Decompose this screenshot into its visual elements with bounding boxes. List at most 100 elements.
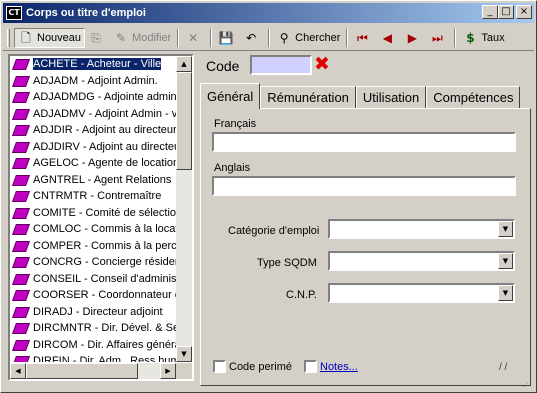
list-item[interactable]: COORSER - Coordonnateur de bbox=[10, 287, 176, 304]
taux-button[interactable]: $ Taux bbox=[459, 28, 507, 48]
vertical-scroll-thumb[interactable] bbox=[176, 72, 192, 170]
resize-grip[interactable]: ⋰ bbox=[522, 378, 534, 390]
new-document-icon: 🗋 bbox=[21, 30, 31, 45]
list-item[interactable]: DIRFIN - Dir. Adm., Ress.huma bbox=[10, 353, 176, 362]
anglais-input[interactable] bbox=[212, 176, 516, 196]
book-icon bbox=[13, 256, 29, 268]
chevron-down-icon[interactable]: ▼ bbox=[498, 253, 513, 269]
next-record-button[interactable]: ▶ bbox=[401, 28, 426, 48]
list-item-label: CONCRG - Concierge résident bbox=[33, 256, 176, 269]
vertical-scrollbar[interactable]: ▲ ▼ bbox=[176, 56, 192, 362]
book-icon bbox=[13, 58, 29, 70]
horizontal-scrollbar[interactable]: ◀ ▶ bbox=[10, 363, 176, 379]
save-icon: 💾 bbox=[218, 30, 234, 45]
categorie-emploi-label: Catégorie d'emploi bbox=[228, 225, 320, 237]
notes-checkbox[interactable] bbox=[304, 360, 317, 373]
title-bar[interactable]: CT Corps ou titre d'emploi _ □ × bbox=[3, 3, 534, 23]
nouveau-button[interactable]: 🗋 Nouveau bbox=[14, 27, 86, 48]
list-item[interactable]: COMPER - Commis à la percep bbox=[10, 238, 176, 255]
categorie-emploi-select[interactable]: ▼ bbox=[328, 219, 515, 239]
toolbar-separator bbox=[346, 28, 349, 47]
copy-button[interactable]: ⎘ bbox=[85, 28, 110, 48]
code-perime-checkbox[interactable] bbox=[213, 360, 226, 373]
book-icon bbox=[13, 157, 29, 169]
type-sqdm-select[interactable]: ▼ bbox=[328, 251, 515, 271]
list-item[interactable]: DIRADJ - Directeur adjoint bbox=[10, 304, 176, 321]
tab-utilisation[interactable]: Utilisation bbox=[355, 86, 427, 109]
last-record-button[interactable]: ⏭ bbox=[426, 28, 451, 48]
list-item-label: COMPER - Commis à la percep bbox=[33, 239, 176, 252]
book-icon bbox=[13, 75, 29, 87]
list-item-label: ADJADMV - Adjoint Admin - v bbox=[33, 107, 176, 120]
list-item-label: DIRADJ - Directeur adjoint bbox=[33, 305, 163, 318]
undo-button[interactable]: ↶ bbox=[240, 28, 265, 48]
toolbar-separator bbox=[177, 28, 180, 47]
list-item[interactable]: CONCRG - Concierge résident bbox=[10, 254, 176, 271]
list-item-label: DIRCOM - Dir. Affaires généra bbox=[33, 338, 176, 351]
scroll-left-button[interactable]: ◀ bbox=[10, 363, 26, 379]
modifier-button[interactable]: ✎ Modifier bbox=[110, 28, 174, 48]
list-item[interactable]: ADJDIRV - Adjoint au directeu bbox=[10, 139, 176, 156]
tab-general[interactable]: Général bbox=[200, 83, 261, 109]
list-item[interactable]: DIRCMNTR - Dir. Dével. & Serv bbox=[10, 320, 176, 337]
francais-input[interactable] bbox=[212, 132, 516, 152]
close-button[interactable]: × bbox=[516, 5, 532, 19]
list-item-label: ADJDIRV - Adjoint au directeu bbox=[33, 140, 176, 153]
list-item[interactable]: ADJADMV - Adjoint Admin - v bbox=[10, 106, 176, 123]
list-item-label: COORSER - Coordonnateur de bbox=[33, 289, 176, 302]
chevron-down-icon[interactable]: ▼ bbox=[498, 221, 513, 237]
next-record-icon: ▶ bbox=[407, 30, 418, 45]
first-record-button[interactable]: ⏮ bbox=[351, 28, 376, 48]
list-item[interactable]: COMLOC - Commis à la locatio bbox=[10, 221, 176, 238]
previous-record-button[interactable]: ◀ bbox=[376, 28, 401, 48]
scroll-down-button[interactable]: ▼ bbox=[176, 346, 192, 362]
book-icon bbox=[13, 240, 29, 252]
list-item[interactable]: ADJADMDG - Adjointe adminis bbox=[10, 89, 176, 106]
list-item[interactable]: ADJADM - Adjoint Admin. bbox=[10, 73, 176, 90]
tab-competences[interactable]: Compétences bbox=[426, 86, 521, 109]
book-icon bbox=[13, 190, 29, 202]
tab-remuneration[interactable]: Rémunération bbox=[260, 86, 356, 109]
list-item[interactable]: CONSEIL - Conseil d'administra bbox=[10, 271, 176, 288]
toolbar-separator bbox=[210, 28, 213, 47]
window-title: Corps ou titre d'emploi bbox=[26, 7, 146, 19]
francais-label: Français bbox=[214, 118, 257, 130]
save-button[interactable]: 💾 bbox=[215, 28, 240, 48]
list-item[interactable]: AGNTREL - Agent Relations bbox=[10, 172, 176, 189]
list-item-label: COMITE - Comité de sélection bbox=[33, 206, 176, 219]
maximize-button[interactable]: □ bbox=[498, 5, 514, 19]
list-item[interactable]: ADJDIR - Adjoint au directeur bbox=[10, 122, 176, 139]
anglais-label: Anglais bbox=[214, 162, 251, 174]
delete-button[interactable]: ✕ bbox=[182, 28, 207, 48]
last-record-icon: ⏭ bbox=[432, 30, 443, 45]
scroll-up-button[interactable]: ▲ bbox=[176, 56, 192, 72]
binoculars-icon: ⚲ bbox=[279, 30, 289, 45]
list-item-label: COMLOC - Commis à la locatio bbox=[33, 223, 176, 236]
list-item-label: AGELOC - Agente de location bbox=[33, 157, 176, 170]
chevron-down-icon[interactable]: ▼ bbox=[498, 285, 513, 301]
book-icon bbox=[13, 289, 29, 301]
undo-icon: ↶ bbox=[246, 30, 257, 45]
list-item[interactable]: COMITE - Comité de sélection bbox=[10, 205, 176, 222]
book-icon bbox=[13, 91, 29, 103]
dollar-icon: $ bbox=[466, 30, 475, 45]
toolbar: 🗋 Nouveau ⎘ ✎ Modifier ✕ 💾 ↶ ⚲ Chercher … bbox=[3, 25, 534, 51]
list-item-label: ACHETE - Acheteur - Ville bbox=[33, 58, 162, 71]
cnp-select[interactable]: ▼ bbox=[328, 283, 515, 303]
list-item[interactable]: DIRCOM - Dir. Affaires généra bbox=[10, 337, 176, 354]
notes-link[interactable]: Notes... bbox=[320, 361, 358, 373]
chercher-button[interactable]: ⚲ Chercher bbox=[273, 28, 343, 48]
job-title-list[interactable]: ACHETE - Acheteur - Ville ADJADM - Adjoin… bbox=[10, 56, 176, 362]
copy-icon: ⎘ bbox=[91, 30, 101, 45]
scroll-right-button[interactable]: ▶ bbox=[160, 363, 176, 379]
list-item[interactable]: AGELOC - Agente de location bbox=[10, 155, 176, 172]
toolbar-grip[interactable] bbox=[7, 28, 10, 47]
minimize-button[interactable]: _ bbox=[482, 5, 498, 19]
job-title-list-panel: ACHETE - Acheteur - Ville ADJADM - Adjoin… bbox=[8, 54, 194, 381]
list-item[interactable]: CNTRMTR - Contremaître bbox=[10, 188, 176, 205]
book-icon bbox=[13, 124, 29, 136]
tab-strip: Général Rémunération Utilisation Compéte… bbox=[200, 83, 521, 109]
list-item[interactable]: ACHETE - Acheteur - Ville bbox=[10, 56, 176, 73]
code-input[interactable] bbox=[250, 55, 312, 75]
horizontal-scroll-thumb[interactable] bbox=[26, 363, 138, 379]
